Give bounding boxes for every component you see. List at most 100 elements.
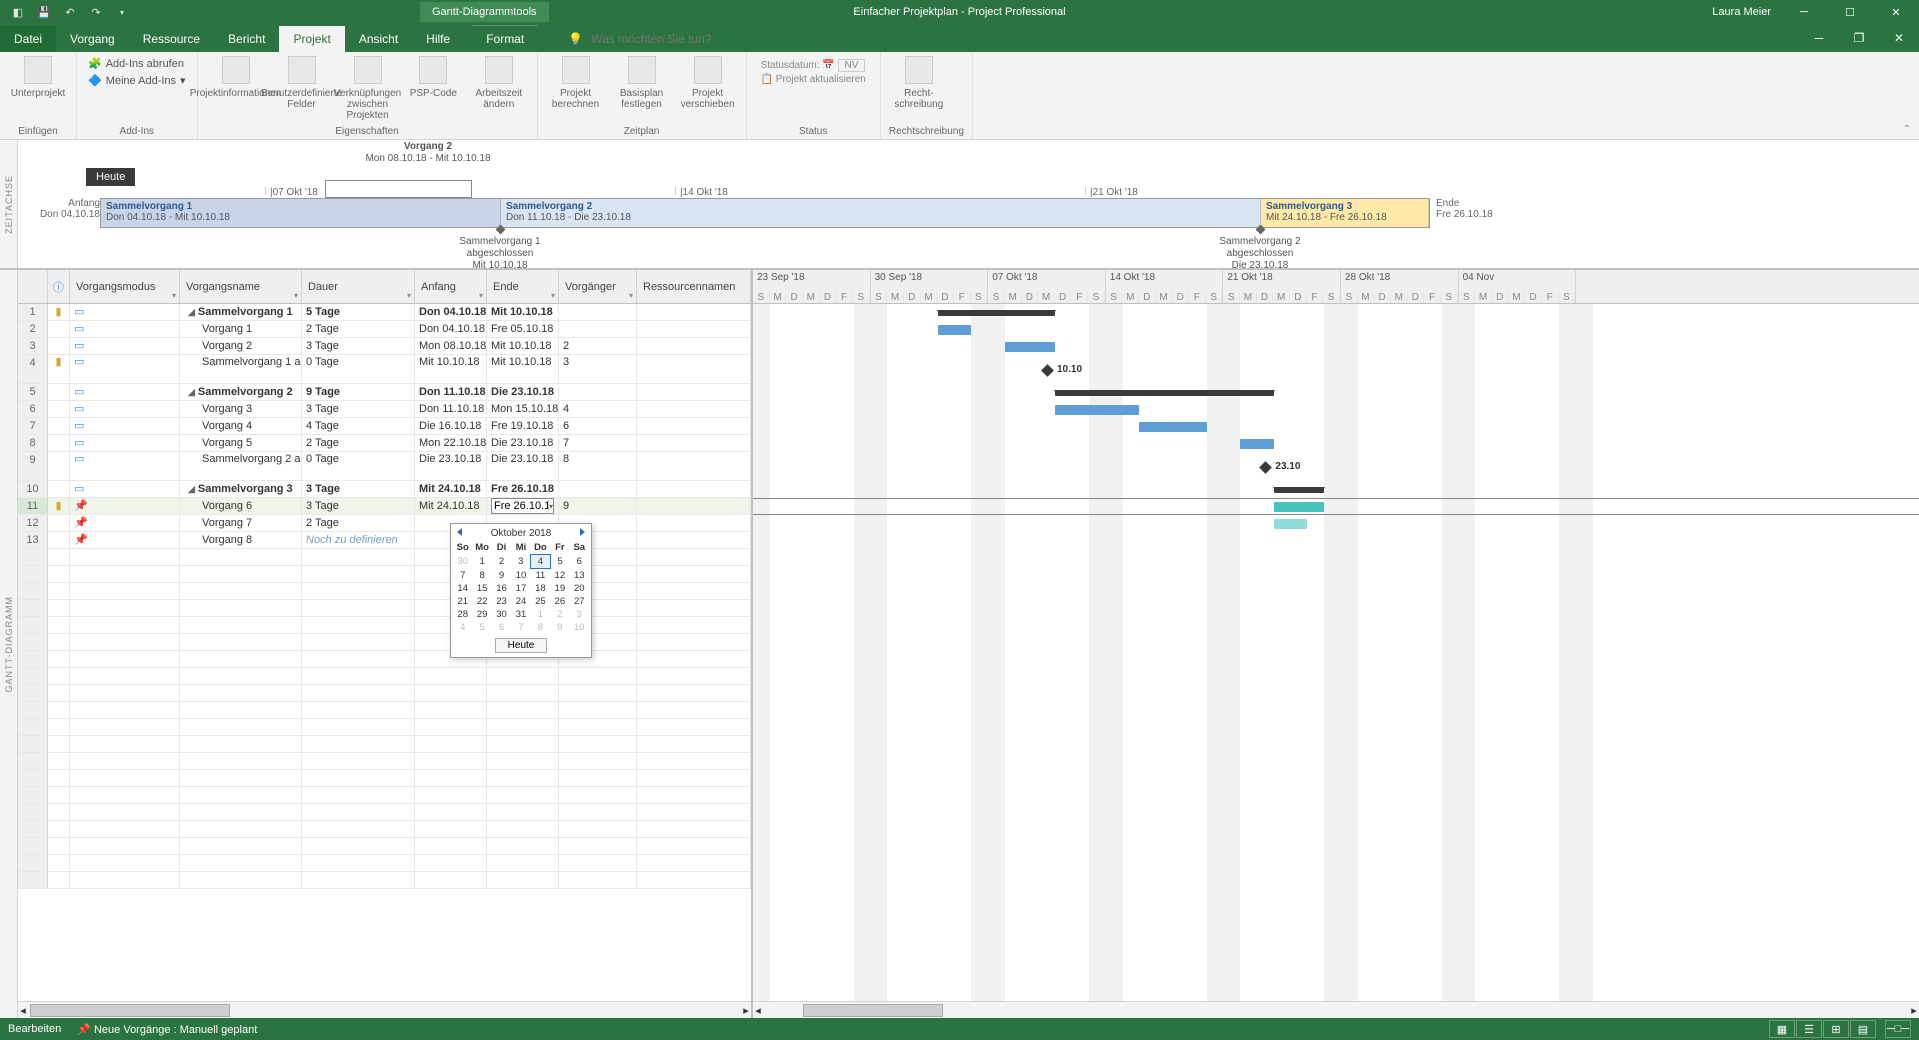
table-row[interactable]: 10▭◢Sammelvorgang 33 TageMit 24.10.18Fre… [18,481,751,498]
col-mode[interactable]: Vorgangsmodus▾ [70,270,180,303]
doc-restore-button[interactable]: ❐ [1839,24,1879,52]
redo-icon[interactable]: ↷ [84,1,108,23]
cal-day[interactable]: 1 [472,555,491,569]
cal-day[interactable]: 1 [531,608,550,621]
view-gantt-button[interactable]: ▦ [1769,1020,1795,1038]
get-addins-button[interactable]: 🧩 Add-Ins abrufen [85,56,189,71]
cal-day[interactable]: 3 [570,608,589,621]
timeline-sidebar[interactable]: ZEITACHSE [0,140,18,268]
cal-day[interactable]: 2 [550,608,569,621]
cal-day[interactable]: 18 [531,582,550,595]
wbs-code-button[interactable]: PSP-Code [404,56,464,99]
cal-day[interactable]: 2 [492,555,511,569]
table-row[interactable] [18,566,751,583]
working-time-button[interactable]: Arbeitszeit ändern [469,56,529,110]
timeline-segment-2[interactable]: Sammelvorgang 2Don 11.10.18 - Die 23.10.… [501,199,1261,227]
timescale-week[interactable]: 04 NovSMDMDFS [1459,270,1577,303]
gantt-summary-bar[interactable] [1274,487,1324,493]
timescale-week[interactable]: 28 Okt '18SMDMDFS [1341,270,1459,303]
custom-fields-button[interactable]: Benutzerdefinierte Felder [272,56,332,110]
update-project-button[interactable]: 📋 Projekt aktualisieren [761,74,866,85]
table-row[interactable] [18,736,751,753]
cal-day[interactable]: 31 [511,608,530,621]
gantt-chart[interactable]: 23 Sep '18SMDMDFS30 Sep '18SMDMDFS07 Okt… [753,270,1919,1018]
table-row[interactable]: 2▭Vorgang 12 TageDon 04.10.18Fre 05.10.1… [18,321,751,338]
col-predecessors[interactable]: Vorgänger▾ [559,270,637,303]
set-baseline-button[interactable]: Basisplan festlegen [612,56,672,110]
zoom-fit-button[interactable]: ─□─ [1885,1020,1911,1038]
table-row[interactable]: 1▮▭◢Sammelvorgang 15 TageDon 04.10.18Mit… [18,304,751,321]
cal-day[interactable]: 23 [492,595,511,608]
cal-day[interactable]: 10 [511,569,530,583]
tab-ressource[interactable]: Ressource [129,26,214,52]
cal-day[interactable]: 30 [453,555,472,569]
cal-day[interactable]: 28 [453,608,472,621]
gantt-task-bar[interactable] [1274,502,1324,512]
cal-day[interactable]: 17 [511,582,530,595]
table-row[interactable]: 8▭Vorgang 52 TageMon 22.10.18Die 23.10.1… [18,435,751,452]
table-row[interactable] [18,702,751,719]
table-row[interactable] [18,753,751,770]
cal-day[interactable]: 16 [492,582,511,595]
undo-icon[interactable]: ↶ [58,1,82,23]
cal-day[interactable]: 26 [550,595,569,608]
table-row[interactable] [18,651,751,668]
cal-prev-button[interactable] [457,528,462,539]
doc-minimize-button[interactable]: ─ [1799,24,1839,52]
gantt-h-scrollbar[interactable]: ◂ ▸ [753,1001,1919,1018]
cal-day[interactable]: 3 [511,555,530,569]
status-new-task-mode[interactable]: 📌 Neue Vorgänge : Manuell geplant [77,1023,257,1036]
status-date-value[interactable]: NV [838,59,866,72]
sheet-h-scrollbar[interactable]: ◂ ▸ [18,1001,751,1018]
project-info-button[interactable]: Projektinformationen [206,56,266,99]
save-icon[interactable]: 💾 [32,1,56,23]
table-row[interactable]: 5▭◢Sammelvorgang 29 TageDon 11.10.18Die … [18,384,751,401]
col-info[interactable]: ⓘ [48,270,70,303]
cal-day[interactable]: 6 [492,621,511,634]
cal-day[interactable]: 20 [570,582,589,595]
cal-day[interactable]: 9 [550,621,569,634]
cal-day[interactable]: 29 [472,608,491,621]
minimize-button[interactable]: ─ [1781,0,1827,24]
cal-day[interactable]: 5 [550,555,569,569]
table-row[interactable] [18,617,751,634]
cal-day[interactable]: 10 [570,621,589,634]
cal-day[interactable]: 13 [570,569,589,583]
cal-day[interactable]: 14 [453,582,472,595]
collapse-icon[interactable]: ◢ [188,484,195,494]
table-row[interactable] [18,668,751,685]
tab-file[interactable]: Datei [0,26,56,52]
col-finish[interactable]: Ende▾ [487,270,559,303]
table-row[interactable]: 3▭Vorgang 23 TageMon 08.10.18Mit 10.10.1… [18,338,751,355]
gantt-task-bar[interactable] [1274,519,1308,529]
table-row[interactable]: 7▭Vorgang 44 TageDie 16.10.18Fre 19.10.1… [18,418,751,435]
my-addins-button[interactable]: 🔷 Meine Add-Ins ▾ [85,73,189,88]
collapse-ribbon-icon[interactable]: ⌃ [1903,124,1911,135]
cal-day[interactable]: 4 [453,621,472,634]
cal-day[interactable]: 8 [531,621,550,634]
col-rownum[interactable] [18,270,48,303]
tab-projekt[interactable]: Projekt [279,26,344,52]
links-projects-button[interactable]: Verknüpfungen zwischen Projekten [338,56,398,121]
table-row[interactable]: 11▮📌Vorgang 63 TageMit 24.10.18▾9 [18,498,751,515]
cal-day[interactable]: 5 [472,621,491,634]
cal-day[interactable]: 11 [531,569,550,583]
table-row[interactable] [18,600,751,617]
table-row[interactable] [18,872,751,889]
col-start[interactable]: Anfang▾ [415,270,487,303]
col-duration[interactable]: Dauer▾ [302,270,415,303]
finish-input[interactable] [492,500,548,512]
calendar-grid[interactable]: SoMoDiMiDoFrSa30123456789101112131415161… [453,541,589,634]
timescale-week[interactable]: 21 Okt '18SMDMDFS [1223,270,1341,303]
gantt-summary-bar[interactable] [938,310,1056,316]
table-row[interactable] [18,787,751,804]
table-row[interactable]: 13📌Vorgang 8Noch zu definieren [18,532,751,549]
table-row[interactable]: 12📌Vorgang 72 Tage [18,515,751,532]
cal-next-button[interactable] [580,528,585,539]
tab-ansicht[interactable]: Ansicht [345,26,412,52]
table-row[interactable]: 6▭Vorgang 33 TageDon 11.10.18Mon 15.10.1… [18,401,751,418]
cal-day[interactable]: 27 [570,595,589,608]
cal-day[interactable]: 15 [472,582,491,595]
cal-day[interactable]: 30 [492,608,511,621]
view-task-usage-button[interactable]: ☰ [1796,1020,1822,1038]
